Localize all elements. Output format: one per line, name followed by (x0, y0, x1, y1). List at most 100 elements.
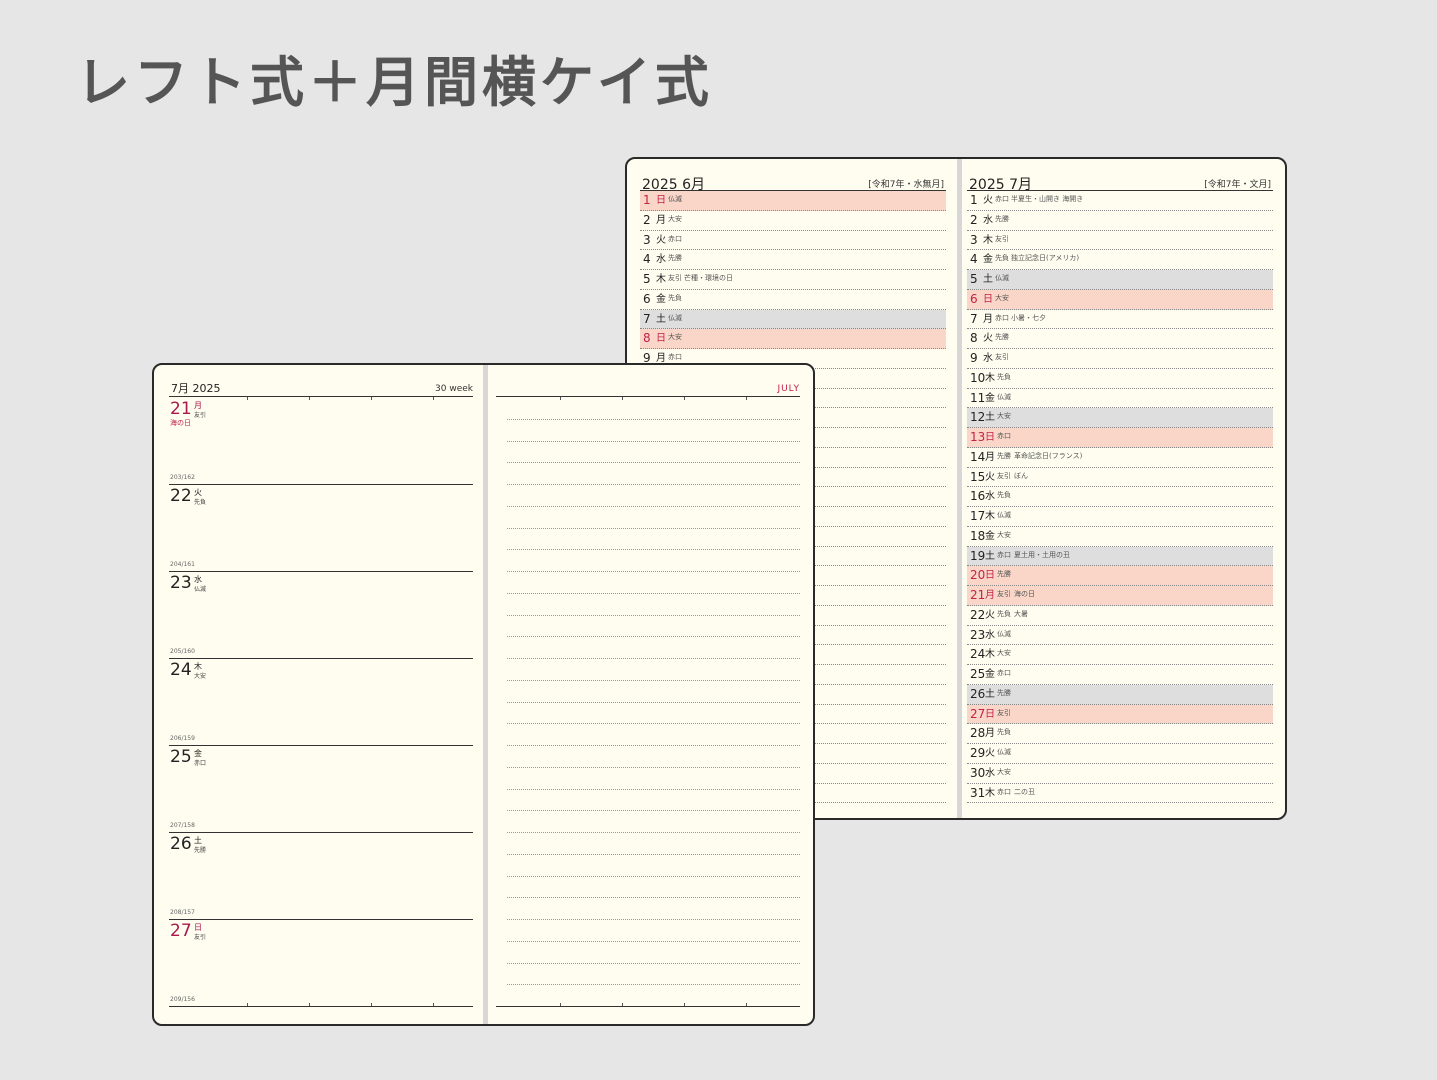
ruled-line (507, 636, 800, 638)
day-rows: 1 火赤口 半夏生・山開き 海開き 2 水先勝 3 木友引 4 金先負 独立記念日(アメリカ) 5 土… (967, 191, 1273, 804)
ruled-line (507, 984, 800, 986)
ruled-line (507, 723, 800, 725)
ruled-line (507, 766, 800, 768)
weekday: 月 (985, 590, 995, 601)
rokuyo: 先負 (997, 609, 1011, 618)
weekday: 水 (985, 629, 995, 641)
day-block: 208/157 27 日友引 (169, 909, 473, 1006)
ruled-line (507, 919, 800, 920)
ruler-tick (746, 397, 747, 400)
rokuyo: 仏滅 (997, 629, 1011, 638)
day-row: 18 金大安 (967, 527, 1273, 547)
ruled-line (507, 679, 800, 681)
weekday: 火 (983, 333, 993, 345)
weekday: 火 (985, 609, 995, 621)
rokuyo: 大安 (668, 214, 682, 223)
ruled-line (507, 832, 800, 833)
weekday: 火 (985, 748, 995, 759)
day-row: 5 土仏滅 (967, 270, 1273, 290)
weekday: 木 (985, 787, 995, 799)
weekday: 日 (656, 195, 666, 206)
day-divider (169, 484, 473, 485)
weekday: 月 (985, 728, 995, 740)
ruled-line (507, 810, 800, 812)
weekday: 金 (985, 392, 995, 404)
ruler-tick (433, 1003, 434, 1006)
rokuyo: 友引 (997, 590, 1011, 598)
day-row: 10 木先負 (967, 369, 1273, 389)
rokuyo: 大安 (997, 767, 1011, 776)
day-row: 17 木仏滅 (967, 507, 1273, 527)
day-row: 23 水仏滅 (967, 626, 1273, 646)
rokuyo: 先負 (668, 293, 682, 302)
day-row: 6 金先負 (640, 290, 946, 310)
day-block: 204/161 23 水仏滅 (169, 561, 473, 658)
day-divider (169, 658, 473, 659)
day-divider (169, 919, 473, 920)
day-block: 206/159 25 金赤口 (169, 735, 473, 832)
month-header: 2025 7月 [令和7年・文月] (967, 173, 1273, 193)
ruler-tick (433, 397, 434, 400)
day-number: 25 (170, 747, 192, 767)
weekday: 水 (985, 767, 995, 779)
ruler-tick (560, 397, 561, 400)
rokuyo: 赤口 (194, 760, 207, 767)
event-label: 二の丑 (1014, 787, 1035, 796)
day-row: 4 金先負 独立記念日(アメリカ) (967, 250, 1273, 270)
weekday: 水 (656, 254, 666, 266)
weekday: 金 (985, 669, 995, 680)
weekday: 火 (983, 195, 993, 206)
day-of-year: 209/156 (170, 996, 195, 1003)
holiday-name: 海の日 (170, 419, 191, 427)
ruler-tick (622, 397, 623, 400)
day-row: 21 月友引 海の日 (967, 586, 1273, 606)
day-row: 6 日大安 (967, 289, 1273, 310)
day-row: 16 水先負 (967, 487, 1273, 507)
ruler-tick (371, 1003, 372, 1006)
week-header: JULY (496, 379, 800, 397)
ruled-line (507, 527, 800, 529)
day-row: 29 火仏滅 (967, 744, 1273, 764)
ruled-line (507, 440, 800, 442)
event-label: 小暑・七夕 (1011, 313, 1046, 322)
day-number: 26 (170, 834, 192, 854)
weekday: 月 (985, 451, 995, 463)
weekday: 土 (985, 550, 995, 562)
ruled-line (507, 897, 800, 899)
weekday: 土 (985, 688, 995, 700)
era-label: [令和7年・水無月] (868, 180, 944, 190)
day-of-year: 206/159 (170, 735, 195, 742)
ruled-line (507, 875, 800, 877)
day-row: 2 水先勝 (967, 211, 1273, 231)
day-divider (169, 832, 473, 833)
ruler-tick (622, 1003, 623, 1006)
book-spine (957, 159, 962, 818)
ruled-line (507, 571, 800, 572)
week-number: 30 week (435, 384, 473, 394)
day-row: 3 木友引 (967, 231, 1273, 251)
rokuyo: 赤口 (997, 669, 1011, 677)
day-divider (169, 571, 473, 572)
era-label: [令和7年・文月] (1204, 180, 1271, 190)
ruled-line (507, 418, 800, 420)
day-row: 27 日友引 (967, 704, 1273, 725)
rokuyo: 大安 (668, 333, 682, 342)
ruled-line (507, 701, 800, 703)
event-label: 海の日 (1014, 590, 1035, 598)
rokuyo: 仏滅 (997, 392, 1011, 401)
ruled-line (507, 788, 800, 790)
weekday: 金 (983, 254, 993, 266)
rokuyo: 赤口 (995, 195, 1009, 203)
ruled-line (507, 592, 800, 594)
rokuyo: 友引 (194, 412, 207, 419)
event-label: 革命記念日(フランス) (1014, 451, 1083, 460)
month-year-label: 7月 2025 (171, 382, 221, 395)
weekday: 月 (656, 214, 666, 226)
weekday: 火 (985, 471, 995, 483)
ruler-tick (309, 397, 310, 400)
weekday: 月 (983, 313, 993, 325)
weekday: 日 (985, 570, 995, 582)
rokuyo: 仏滅 (194, 586, 207, 593)
day-row: 9 水友引 (967, 349, 1273, 369)
weekday: 水 (985, 491, 995, 503)
